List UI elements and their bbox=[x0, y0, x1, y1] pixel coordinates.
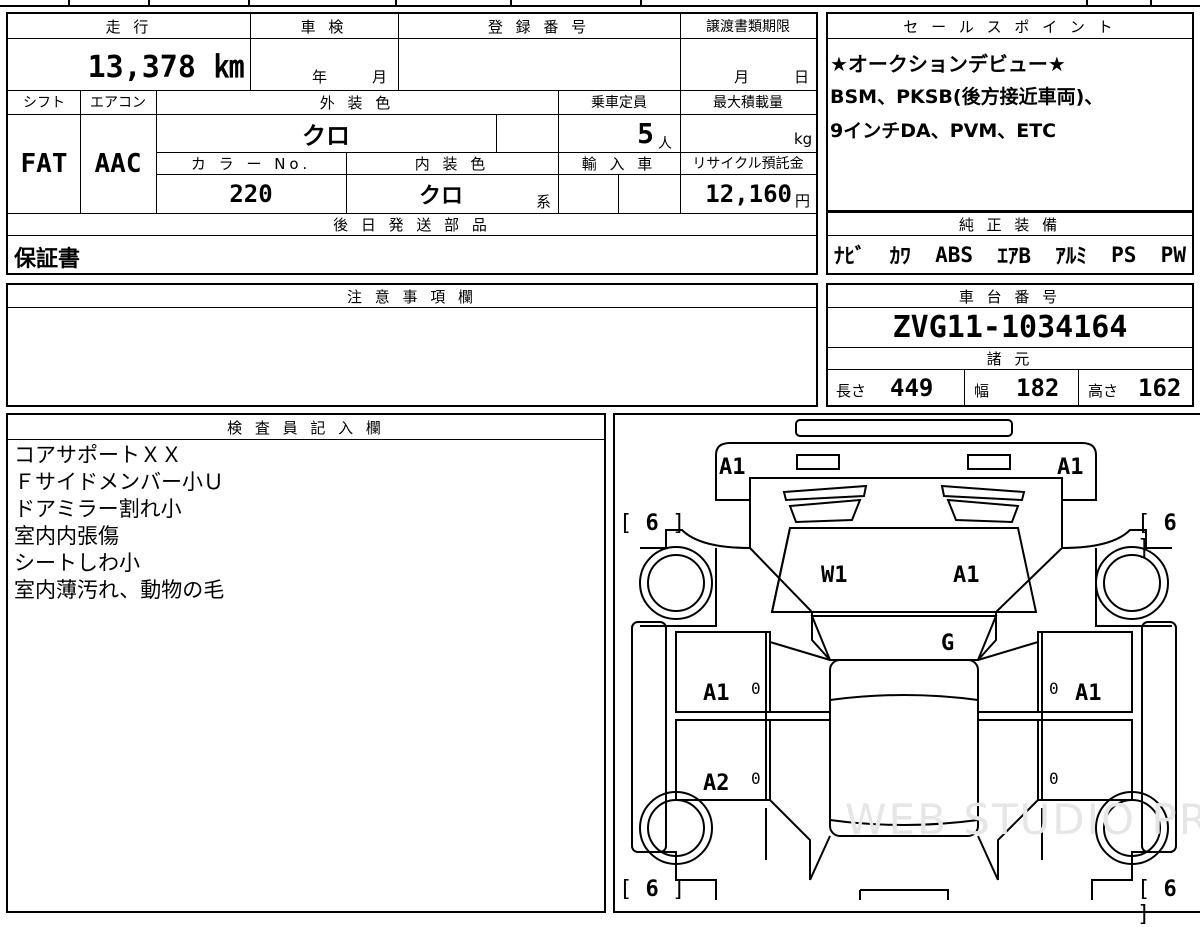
length-value: 449 bbox=[890, 374, 934, 402]
capacity-header: 乗車定員 bbox=[591, 95, 647, 111]
inspector-line: 室内内張傷 bbox=[14, 524, 119, 548]
mileage-header: 走 行 bbox=[105, 17, 153, 36]
color-no-header: カ ラ ー No. bbox=[190, 154, 312, 173]
equipment-item-airbag: ｴｱB bbox=[997, 244, 1031, 268]
exterior-color-header: 外 装 色 bbox=[319, 93, 395, 112]
ac-header: エアコン bbox=[90, 95, 146, 111]
interior-color-value: クロ bbox=[418, 183, 463, 209]
transfer-deadline-header: 譲渡書類期限 bbox=[706, 19, 790, 35]
transfer-day-unit: 日 bbox=[794, 68, 810, 86]
door-mark: 0 bbox=[751, 679, 761, 698]
top-strip bbox=[0, 0, 1200, 7]
vehicle-info-table: 走 行 車 検 登 録 番 号 譲渡書類期限 13,378 ㎞ 年 月 月 日 … bbox=[6, 12, 818, 275]
tire-tread-rear-left: [ 6 ] bbox=[619, 877, 686, 902]
sales-point-line: ★オークションデビュー★ bbox=[830, 52, 1066, 76]
equipment-item-pw: PW bbox=[1160, 243, 1186, 267]
inspection-month-unit: 月 bbox=[372, 68, 388, 86]
inspector-box: 検 査 員 記 入 欄 コアサポートＸＸ Ｆサイドメンバー小Ｕ ドアミラー割れ小… bbox=[6, 413, 606, 913]
tire-tread-front-right: [ 6 ] bbox=[1137, 511, 1177, 561]
width-value: 182 bbox=[1016, 374, 1060, 402]
specs-header: 諸 元 bbox=[986, 349, 1034, 368]
inspector-line: シートしわ小 bbox=[14, 551, 140, 575]
door-mark: 0 bbox=[1049, 679, 1059, 698]
capacity-value: 5 bbox=[637, 116, 654, 150]
notes-box: 注 意 事 項 欄 bbox=[6, 283, 818, 407]
import-header: 輸 入 車 bbox=[581, 154, 657, 173]
inspection-year-unit: 年 bbox=[312, 68, 328, 86]
tire-tread-rear-right: [ 6 ] bbox=[1137, 877, 1177, 927]
inspector-header: 検 査 員 記 入 欄 bbox=[227, 418, 385, 437]
chassis-number: ZVG11-1034164 bbox=[892, 309, 1128, 345]
max-load-unit: kg bbox=[794, 130, 813, 148]
sales-points-box: セ ー ル ス ポ イ ン ト ★オークションデビュー★ BSM、PKSB(後方… bbox=[826, 12, 1194, 212]
length-label: 長さ bbox=[836, 382, 867, 400]
inspector-line: Ｆサイドメンバー小Ｕ bbox=[14, 470, 224, 494]
front-right-damage: A1 bbox=[1057, 455, 1084, 480]
tire-tread-front-left: [ 6 ] bbox=[619, 511, 686, 536]
mileage-value: 13,378 ㎞ bbox=[87, 50, 244, 85]
recycle-fee-value: 12,160 bbox=[705, 179, 792, 208]
equipment-item-leather: ｶﾜ bbox=[889, 244, 911, 268]
windshield-damage: W1 bbox=[821, 563, 848, 588]
interior-color-header: 内 装 色 bbox=[414, 154, 490, 173]
door-mark: 0 bbox=[751, 769, 761, 788]
later-parts-value: 保証書 bbox=[14, 247, 81, 272]
front-door-left-damage: A1 bbox=[703, 681, 730, 706]
shift-value: FAT bbox=[20, 148, 68, 179]
inspector-line: コアサポートＸＸ bbox=[14, 443, 182, 467]
sales-points-header: セ ー ル ス ポ イ ン ト bbox=[903, 17, 1117, 36]
equipment-item-alloy: ｱﾙﾐ bbox=[1055, 244, 1087, 268]
height-value: 162 bbox=[1138, 374, 1182, 402]
recycle-unit: 円 bbox=[795, 192, 811, 210]
registration-header: 登 録 番 号 bbox=[487, 17, 591, 36]
equipment-header: 純 正 装 備 bbox=[958, 215, 1062, 234]
interior-color-suffix: 系 bbox=[536, 193, 552, 211]
later-parts-header: 後 日 発 送 部 品 bbox=[333, 215, 491, 234]
capacity-unit: 人 bbox=[658, 136, 672, 152]
hood-damage: A1 bbox=[953, 563, 980, 588]
equipment-item-abs: ABS bbox=[935, 243, 974, 267]
equipment-list: ﾅﾋﾞ ｶﾜ ABS ｴｱB ｱﾙﾐ PS PW bbox=[828, 237, 1192, 273]
chassis-header: 車 台 番 号 bbox=[958, 287, 1062, 306]
door-mark: 0 bbox=[1049, 769, 1059, 788]
equipment-item-ps: PS bbox=[1111, 243, 1137, 267]
sales-point-line: BSM、PKSB(後方接近車両)、 bbox=[830, 86, 1104, 108]
max-load-header: 最大積載量 bbox=[713, 95, 783, 111]
height-label: 高さ bbox=[1088, 382, 1119, 400]
front-door-right-damage: A1 bbox=[1075, 681, 1102, 706]
front-left-damage: A1 bbox=[719, 455, 746, 480]
rear-door-left-damage: A2 bbox=[703, 771, 730, 796]
inspector-line: ドアミラー割れ小 bbox=[14, 497, 182, 521]
exterior-color-value: クロ bbox=[302, 121, 350, 150]
transfer-month-unit: 月 bbox=[734, 68, 750, 86]
chassis-box: 車 台 番 号 ZVG11-1034164 諸 元 長さ 449 幅 182 高… bbox=[826, 283, 1194, 407]
shift-header: シフト bbox=[23, 95, 65, 111]
notes-header: 注 意 事 項 欄 bbox=[346, 287, 478, 306]
recycle-header: リサイクル預託金 bbox=[692, 156, 804, 172]
watermark-text: WEB STUDIO PRO bbox=[845, 795, 1200, 844]
color-no-value: 220 bbox=[229, 179, 273, 208]
ac-value: AAC bbox=[94, 148, 142, 179]
width-label: 幅 bbox=[974, 382, 990, 400]
inspection-header: 車 検 bbox=[300, 17, 348, 36]
roof-damage: G bbox=[941, 631, 955, 656]
equipment-item-navi: ﾅﾋﾞ bbox=[834, 244, 866, 268]
car-diagram-box: WEB STUDIO PRO A1 A1 W1 A1 G A1 A1 A2 0 … bbox=[613, 413, 1200, 927]
sales-point-line: 9インチDA、PVM、ETC bbox=[830, 120, 1057, 142]
equipment-box: 純 正 装 備 ﾅﾋﾞ ｶﾜ ABS ｴｱB ｱﾙﾐ PS PW bbox=[826, 211, 1194, 275]
inspector-line: 室内薄汚れ、動物の毛 bbox=[14, 578, 225, 602]
